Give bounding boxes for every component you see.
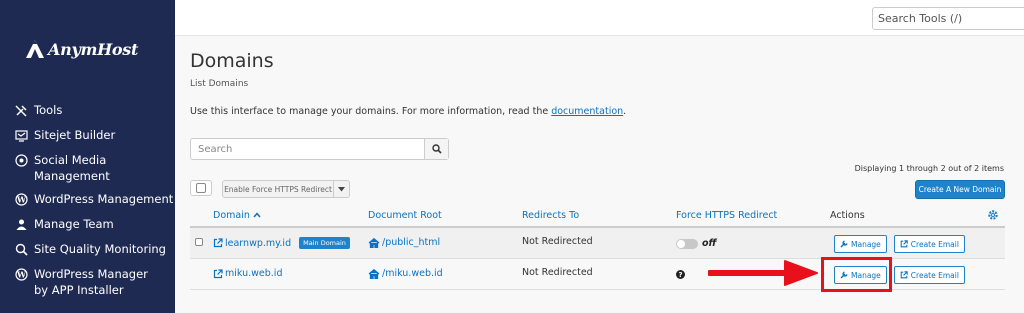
domain-link[interactable]: learnwp.my.id [225, 238, 291, 249]
external-link-icon [213, 238, 223, 248]
brand-logo-icon [26, 40, 44, 58]
sidebar-item-label: WordPress Management [34, 192, 174, 206]
domain-cell: miku.web.id [213, 268, 282, 279]
sidebar-item-site-quality[interactable]: Site Quality Monitoring [14, 241, 174, 266]
checkbox-box [196, 183, 206, 193]
documentation-link[interactable]: documentation [551, 106, 623, 117]
external-link-icon [213, 268, 223, 278]
enable-https-redirect-button[interactable]: Enable Force HTTPS Redirect [222, 180, 334, 198]
create-email-label: Create Email [910, 270, 959, 280]
wordpress-icon: W [14, 267, 28, 281]
sidebar-item-label: Sitejet Builder [34, 128, 116, 142]
header-actions: Actions [830, 210, 865, 221]
social-media-icon [14, 153, 28, 167]
row-checkbox[interactable] [195, 238, 203, 246]
redirects-cell: Not Redirected [522, 236, 593, 247]
document-root-link[interactable]: /public_html [382, 237, 440, 248]
external-link-icon [900, 240, 908, 248]
page-intro: Use this interface to manage your domain… [190, 106, 626, 117]
home-icon [368, 237, 380, 248]
wrench-icon [840, 240, 848, 248]
annotation-highlight-box [821, 257, 892, 292]
document-root-cell: /miku.web.id [368, 268, 443, 279]
sitejet-icon [14, 128, 28, 142]
domain-search-input[interactable]: Search [191, 139, 424, 159]
force-https-cell: ? [676, 270, 685, 279]
monitoring-icon [14, 242, 28, 256]
page-subtitle: List Domains [190, 79, 249, 89]
create-email-label: Create Email [910, 239, 959, 249]
create-domain-button[interactable]: Create A New Domain [915, 180, 1005, 199]
help-icon[interactable]: ? [676, 270, 685, 279]
select-all-checkbox[interactable] [190, 180, 212, 196]
sidebar-item-wordpress-management[interactable]: W WordPress Management [14, 191, 174, 216]
sidebar-nav: Tools Sitejet Builder Social Media Manag… [14, 102, 174, 302]
sidebar-item-tools[interactable]: Tools [14, 102, 174, 127]
header-redirects-to[interactable]: Redirects To [522, 210, 579, 221]
sidebar-item-manage-team[interactable]: Manage Team [14, 216, 174, 241]
header-force-https[interactable]: Force HTTPS Redirect [676, 210, 777, 221]
sidebar: AnymHost Tools Sitejet Builder Social Me… [0, 0, 175, 313]
home-icon [368, 268, 380, 279]
sidebar-item-label: Manage Team [34, 217, 114, 231]
redirects-cell: Not Redirected [522, 267, 593, 278]
document-root-link[interactable]: /miku.web.id [382, 268, 443, 279]
gear-icon [988, 210, 998, 220]
create-email-button[interactable]: Create Email [893, 266, 965, 284]
checkbox-box [195, 238, 203, 246]
search-icon [431, 144, 442, 154]
actions-cell: Manage Create Email [834, 235, 965, 253]
https-redirect-dropdown[interactable] [334, 180, 350, 198]
search-tools-input[interactable]: Search Tools (/) [872, 7, 1024, 30]
brand-logo[interactable]: AnymHost [24, 38, 138, 60]
main-domain-badge: Main Domain [299, 237, 350, 249]
page-title: Domains [190, 50, 274, 72]
domain-cell: learnwp.my.id Main Domain [213, 237, 350, 249]
force-https-cell: off [676, 238, 716, 249]
intro-text: Use this interface to manage your domain… [190, 106, 552, 117]
tools-icon [14, 103, 28, 117]
sidebar-item-label: Social Media Management [34, 153, 110, 183]
sidebar-item-label: Tools [34, 103, 63, 117]
sidebar-item-label: WordPress Manager by APP Installer [34, 267, 148, 297]
domain-link[interactable]: miku.web.id [225, 268, 282, 279]
sidebar-item-sitejet[interactable]: Sitejet Builder [14, 127, 174, 152]
sidebar-item-label: Site Quality Monitoring [34, 242, 166, 256]
svg-text:W: W [16, 194, 27, 204]
table-header: Domain Document Root Redirects To Force … [190, 206, 1005, 228]
create-email-button[interactable]: Create Email [893, 235, 965, 253]
sidebar-item-wordpress-manager[interactable]: W WordPress Manager by APP Installer [14, 266, 174, 302]
external-link-icon [900, 271, 908, 279]
header-domain-label: Domain [213, 210, 250, 221]
manage-label: Manage [851, 239, 881, 249]
intro-end: . [623, 106, 627, 117]
team-icon [14, 217, 28, 231]
document-root-cell: /public_html [368, 237, 440, 248]
caret-down-icon [338, 186, 345, 191]
force-https-toggle[interactable] [676, 238, 698, 249]
annotation-arrow [708, 260, 818, 286]
force-https-status: off [702, 238, 717, 249]
header-domain[interactable]: Domain [213, 210, 261, 221]
brand-name: AnymHost [48, 39, 139, 59]
domain-search: Search [190, 138, 449, 160]
sidebar-item-social-media[interactable]: Social Media Management [14, 152, 174, 191]
display-count: Displaying 1 through 2 out of 2 items [854, 164, 1004, 173]
manage-button[interactable]: Manage [834, 235, 887, 253]
svg-text:W: W [16, 269, 27, 279]
wordpress-icon: W [14, 192, 28, 206]
table-settings-button[interactable] [987, 209, 999, 224]
top-bar: Search Tools (/) [175, 0, 1024, 36]
sort-ascending-icon [253, 212, 261, 218]
header-document-root[interactable]: Document Root [368, 210, 442, 221]
table-row: learnwp.my.id Main Domain /public_html N… [190, 228, 1005, 259]
search-button[interactable] [424, 139, 448, 159]
